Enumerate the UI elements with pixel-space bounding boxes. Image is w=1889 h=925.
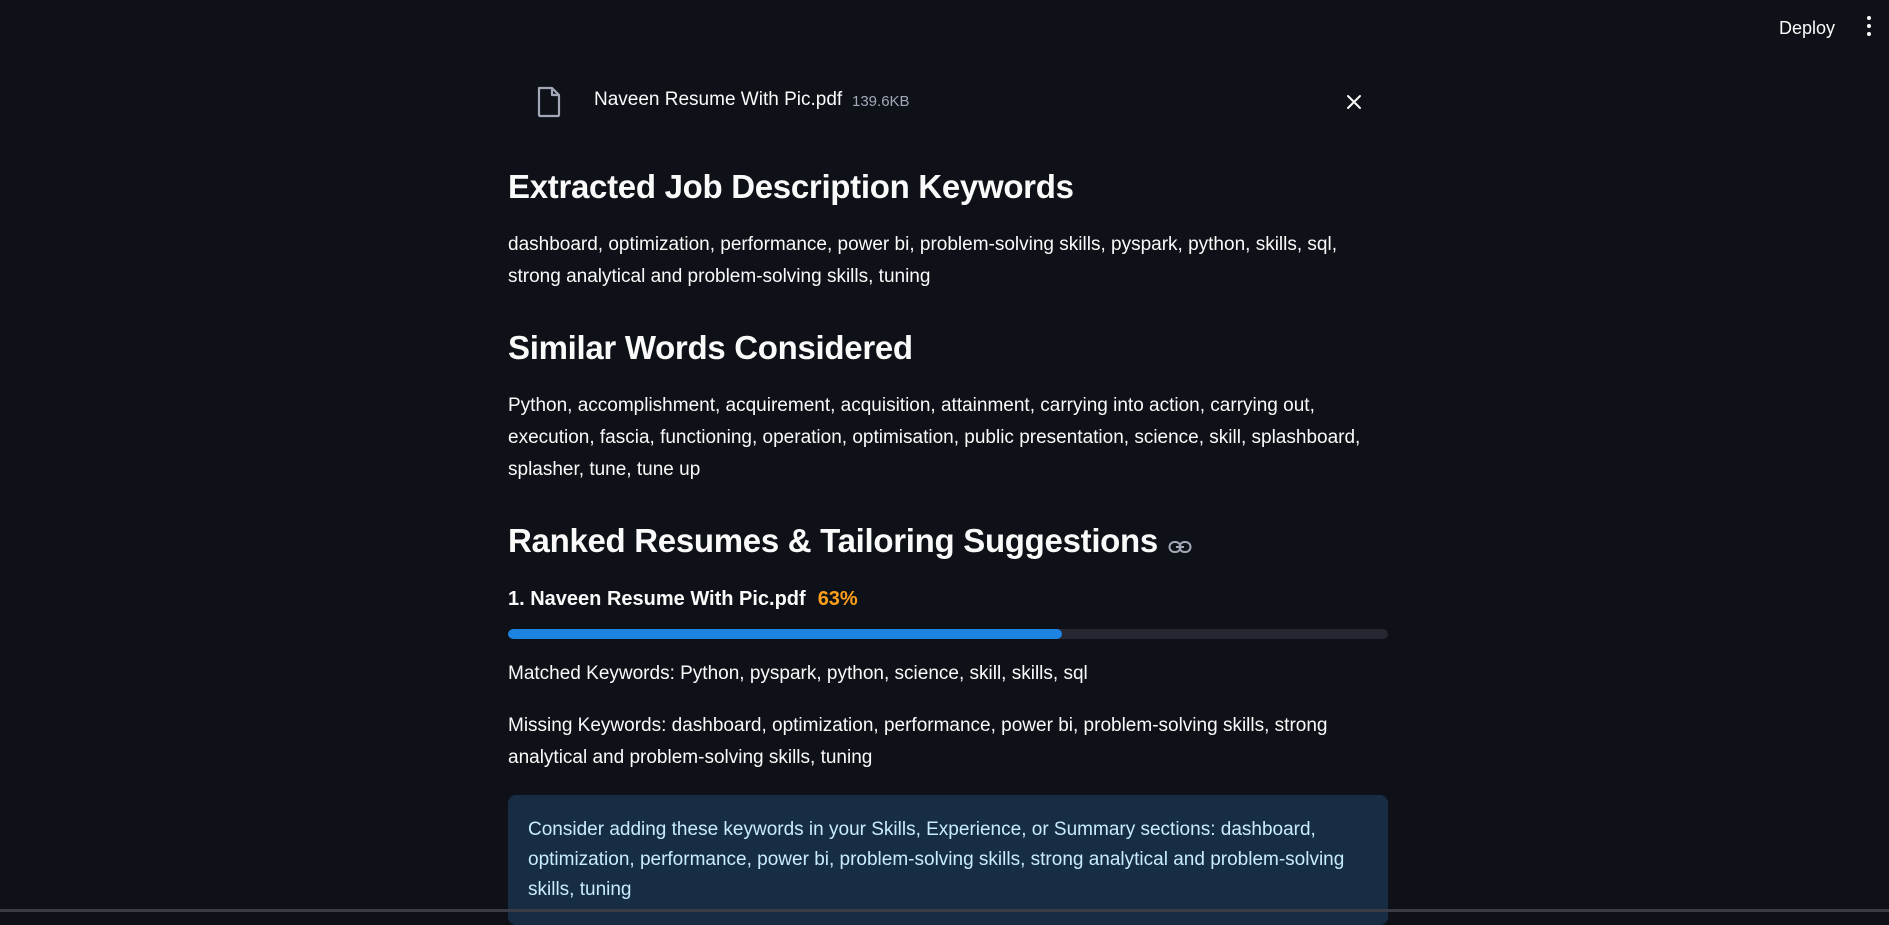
vertical-dots-icon[interactable] bbox=[1861, 14, 1877, 38]
top-toolbar: Deploy bbox=[0, 0, 1889, 56]
ranked-resumes-heading-text: Ranked Resumes & Tailoring Suggestions bbox=[508, 522, 1158, 559]
uploaded-file-size: 139.6KB bbox=[852, 93, 910, 110]
suggestion-text: Consider adding these keywords in your S… bbox=[528, 815, 1368, 905]
rank-resume-label: 1. Naveen Resume With Pic.pdf bbox=[508, 588, 806, 610]
rank-title: 1. Naveen Resume With Pic.pdf 63% bbox=[508, 588, 858, 611]
ranked-resumes-heading: Ranked Resumes & Tailoring Suggestions bbox=[508, 522, 1192, 562]
suggestion-info-box: Consider adding these keywords in your S… bbox=[508, 795, 1388, 925]
similar-words-text: Python, accomplishment, acquirement, acq… bbox=[508, 390, 1388, 486]
similar-words-heading: Similar Words Considered bbox=[508, 329, 913, 367]
match-percent: 63% bbox=[818, 588, 858, 610]
close-icon[interactable] bbox=[1344, 92, 1364, 112]
missing-keywords: Missing Keywords: dashboard, optimizatio… bbox=[508, 710, 1388, 774]
file-icon bbox=[536, 86, 562, 123]
uploaded-file-name: Naveen Resume With Pic.pdf bbox=[594, 89, 842, 111]
uploaded-file-row: Naveen Resume With Pic.pdf 139.6KB bbox=[508, 80, 1388, 124]
keywords-text: dashboard, optimization, performance, po… bbox=[508, 229, 1388, 293]
keywords-heading: Extracted Job Description Keywords bbox=[508, 168, 1074, 206]
deploy-button[interactable]: Deploy bbox=[1773, 14, 1841, 43]
matched-keywords: Matched Keywords: Python, pyspark, pytho… bbox=[508, 658, 1388, 690]
match-progress-bar bbox=[508, 629, 1388, 639]
match-progress-fill bbox=[508, 629, 1062, 639]
link-icon[interactable] bbox=[1168, 524, 1192, 562]
